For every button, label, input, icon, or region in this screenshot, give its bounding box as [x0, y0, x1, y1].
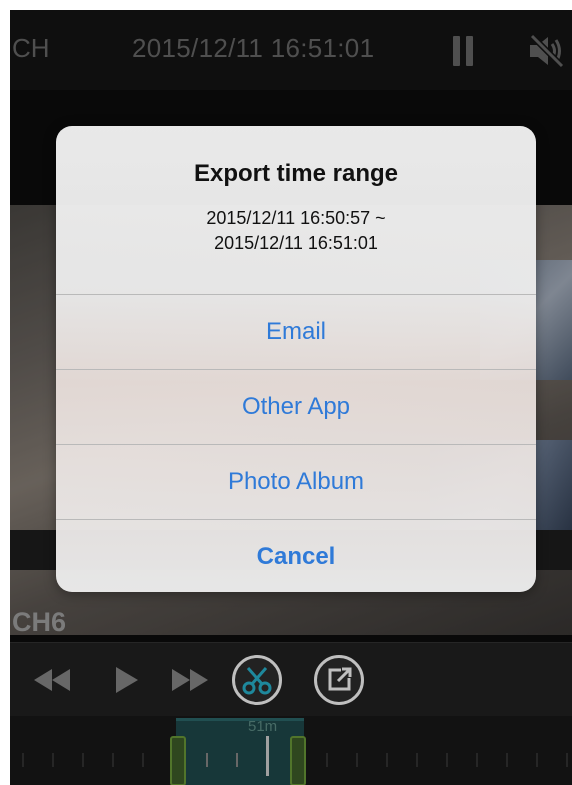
export-end-time: 2015/12/11 16:51:01 [214, 233, 378, 253]
dialog-message: 2015/12/11 16:50:57 ~ 2015/12/11 16:51:0… [56, 206, 536, 256]
export-dialog: Export time range 2015/12/11 16:50:57 ~ … [56, 126, 536, 592]
email-option[interactable]: Email [56, 294, 536, 369]
export-start-time: 2015/12/11 16:50:57 ~ [206, 208, 386, 228]
other-app-option[interactable]: Other App [56, 369, 536, 444]
photo-album-option[interactable]: Photo Album [56, 444, 536, 519]
cancel-button[interactable]: Cancel [56, 519, 536, 592]
app-window: CH 2015/12/11 16:51:01 CH6 51m Export ti… [10, 10, 572, 785]
dialog-title: Export time range [193, 160, 399, 187]
